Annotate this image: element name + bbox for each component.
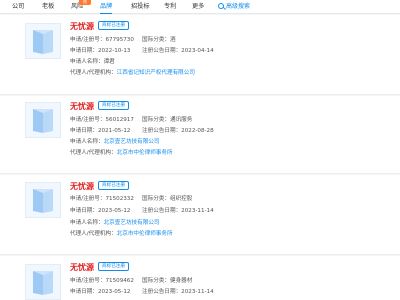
- info-row: 代理人/代理机构：北京市中伦律师事务所: [70, 231, 173, 237]
- agent-link[interactable]: 北京市中伦律师事务所: [117, 150, 173, 156]
- info-row: 申请人名称：北京壹艺坊技有限公司: [70, 220, 160, 226]
- tab-company[interactable]: 公司: [12, 2, 24, 14]
- info-row: 申请/注册号：71509462 国际分类：健身器材: [70, 278, 193, 284]
- tab-bidding[interactable]: 招投标: [131, 2, 150, 14]
- trademark-card[interactable]: 无忧源 商标已注册 申请/注册号：67795730 国际分类：酒 申请日期：202…: [0, 15, 400, 95]
- info-row: 申请/注册号：67795730 国际分类：酒: [70, 37, 176, 43]
- advanced-search-link[interactable]: 高级搜索: [218, 2, 250, 12]
- applicant-value: 谭君: [103, 59, 115, 65]
- info-row: 申请/注册号：56012917 国际分类：通讯服务: [70, 117, 193, 123]
- tab-more[interactable]: 更多: [192, 2, 204, 14]
- trademark-name[interactable]: 无忧源: [70, 181, 94, 192]
- agent-link[interactable]: 江西省记知识产权代理有限公司: [117, 70, 195, 76]
- info-row: 申请日期：2023-05-12 注册公告日期：2023-11-14: [70, 289, 214, 295]
- info-row: 代理人/代理机构：北京市中伦律师事务所: [70, 150, 173, 156]
- info-row: 申请/注册号：71502332 国际分类：组织控股: [70, 196, 193, 202]
- top-nav-bar: 公司 老板 风险 热 品牌 招投标 专利 更多 高级搜索: [0, 0, 400, 14]
- trademark-card[interactable]: 无忧源 商标已注册 申请/注册号：71502332 国际分类：组织控股 申请日期：…: [0, 175, 400, 255]
- info-row: 申请日期：2021-05-12 注册公告日期：2022-08-28: [70, 128, 214, 134]
- trademark-name[interactable]: 无忧源: [70, 21, 94, 32]
- status-badge: 商标已注册: [98, 181, 129, 190]
- trademark-card[interactable]: 无忧源 商标已注册 申请/注册号：71509462 国际分类：健身器材 申请日期：…: [0, 256, 400, 300]
- info-row: 申请日期：2023-05-12 注册公告日期：2023-11-14: [70, 208, 214, 214]
- trademark-image: [25, 182, 61, 218]
- status-badge: 商标已注册: [98, 21, 129, 30]
- info-row: 申请日期：2022-10-13 注册公告日期：2023-04-14: [70, 48, 214, 54]
- hot-badge: 热: [79, 0, 91, 5]
- trademark-name[interactable]: 无忧源: [70, 262, 94, 273]
- advanced-search-label: 高级搜索: [226, 3, 251, 10]
- trademark-image: [25, 102, 61, 138]
- status-badge: 商标已注册: [98, 262, 129, 271]
- agent-link[interactable]: 北京市中伦律师事务所: [117, 231, 173, 237]
- search-icon: [218, 3, 224, 9]
- info-row: 代理人/代理机构：江西省记知识产权代理有限公司: [70, 70, 195, 76]
- info-row: 申请人名称：谭君: [70, 59, 115, 65]
- tab-patent[interactable]: 专利: [164, 2, 176, 14]
- trademark-name[interactable]: 无忧源: [70, 101, 94, 112]
- applicant-link[interactable]: 北京壹艺坊技有限公司: [104, 139, 160, 145]
- tab-boss[interactable]: 老板: [42, 2, 54, 14]
- applicant-link[interactable]: 北京壹艺坊技有限公司: [104, 220, 160, 226]
- status-badge: 商标已注册: [98, 101, 129, 110]
- tab-brand[interactable]: 品牌: [100, 2, 113, 14]
- info-row: 申请人名称：北京壹艺坊技有限公司: [70, 139, 160, 145]
- trademark-card[interactable]: 无忧源 商标已注册 申请/注册号：56012917 国际分类：通讯服务 申请日期：…: [0, 96, 400, 174]
- trademark-image: [25, 23, 61, 59]
- trademark-image: [25, 264, 61, 300]
